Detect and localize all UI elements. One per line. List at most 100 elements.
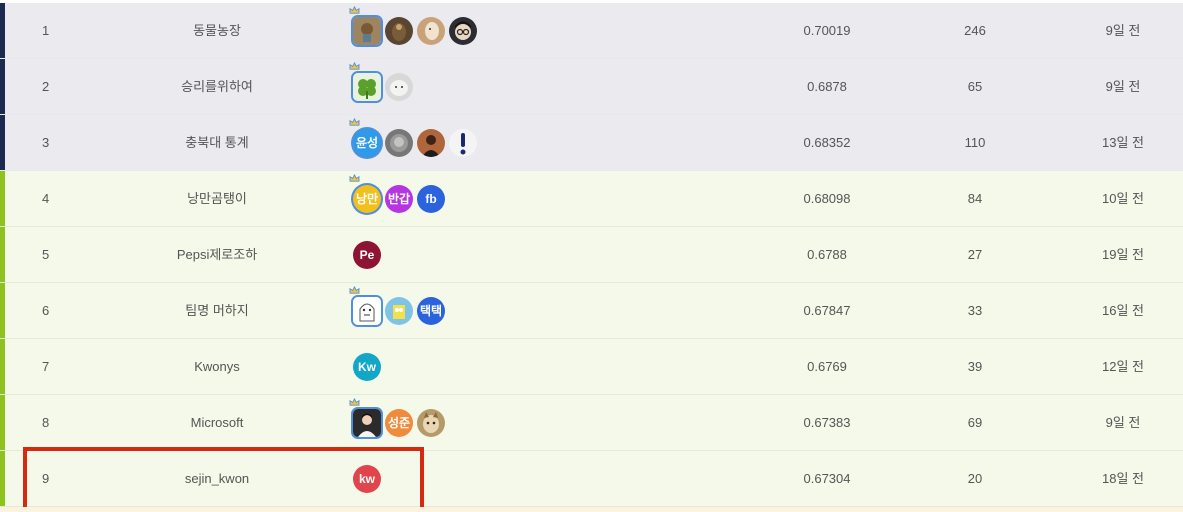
member-avatar[interactable] [417, 129, 445, 157]
table-row[interactable]: 2 승리를위하여 0.6878 65 9일 전 [0, 59, 1183, 115]
team-members: 성준 [349, 398, 449, 437]
member-avatar[interactable] [385, 129, 413, 157]
team-name[interactable]: Pepsi제로조하 [177, 227, 257, 283]
submission-count: 39 [967, 359, 983, 374]
team-members: 윤성 [349, 118, 481, 157]
avatar-initials: Pe [359, 248, 375, 262]
score-cell: 0.6878 [807, 79, 847, 94]
member-avatar[interactable]: 성준 [385, 409, 413, 437]
member-avatar[interactable]: 택택 [417, 297, 445, 325]
team-name[interactable]: 충북대 통계 [185, 115, 248, 171]
team-leader-avatar[interactable]: 낭만 [349, 174, 381, 213]
member-avatar[interactable] [417, 409, 445, 437]
member-avatar[interactable]: Kw [353, 353, 381, 381]
team-leader-avatar[interactable] [349, 398, 381, 437]
rank-cell: 3 [42, 135, 50, 150]
team-name[interactable]: 승리를위하여 [181, 59, 253, 115]
crown-icon [349, 398, 360, 406]
bird-photo-icon [385, 17, 413, 45]
avatar-initials: 반갑 [387, 192, 411, 206]
avatar-initials: fb [425, 192, 437, 206]
team-leader-avatar[interactable] [349, 62, 381, 101]
avatar-initials: Kw [358, 360, 376, 374]
cat-photo-icon [417, 409, 445, 437]
table-row[interactable]: 8 Microsoft 성준 0.67383 69 9일 전 [0, 395, 1183, 451]
rank-cell: 8 [42, 415, 50, 430]
crown-icon [349, 118, 360, 126]
member-avatar[interactable]: 반갑 [385, 185, 413, 213]
rank-cell: 4 [42, 191, 50, 206]
highlight-box [23, 447, 424, 512]
last-submission-date: 16일 전 [1102, 303, 1144, 318]
avatar-initials: 성준 [387, 416, 411, 430]
team-leader-avatar[interactable] [349, 286, 381, 325]
clover-icon [353, 73, 381, 101]
crown-icon [349, 286, 360, 294]
submission-count: 110 [964, 135, 986, 150]
rank-cell: 5 [42, 247, 50, 262]
team-name[interactable]: 낭만곰탱이 [187, 171, 247, 227]
last-submission-date: 9일 전 [1105, 79, 1141, 94]
team-name[interactable]: 팀명 머하지 [185, 283, 248, 339]
table-row[interactable]: 5 Pepsi제로조하 Pe 0.6788 27 19일 전 [0, 227, 1183, 283]
team-name[interactable]: Kwonys [194, 339, 240, 395]
person-portrait-icon [353, 409, 381, 437]
ghost-drawing-icon [353, 297, 381, 325]
team-leader-avatar[interactable]: 윤성 [349, 118, 381, 157]
rank-cell: 1 [42, 23, 50, 38]
member-avatar[interactable] [385, 73, 413, 101]
grey-photo-icon [385, 129, 413, 157]
score-cell: 0.68352 [803, 135, 851, 150]
table-row[interactable]: 7 Kwonys Kw 0.6769 39 12일 전 [0, 339, 1183, 395]
last-submission-date: 10일 전 [1102, 191, 1144, 206]
submission-count: 20 [967, 471, 983, 486]
exclamation-icon [449, 129, 477, 157]
submission-count: 246 [964, 23, 986, 38]
score-cell: 0.67847 [803, 303, 851, 318]
person-photo-icon [417, 129, 445, 157]
submission-count: 33 [967, 303, 983, 318]
next-row-edge [0, 507, 1183, 512]
member-avatar[interactable] [449, 17, 477, 45]
submission-count: 84 [967, 191, 983, 206]
bear-photo-icon [353, 17, 381, 45]
score-cell: 0.68098 [803, 191, 851, 206]
rank-cell: 2 [42, 79, 50, 94]
score-cell: 0.67304 [803, 471, 851, 486]
submission-count: 27 [967, 247, 983, 262]
team-members: Pe [353, 241, 385, 269]
rank-cell: 7 [42, 359, 50, 374]
member-avatar[interactable] [385, 297, 413, 325]
member-avatar[interactable] [417, 17, 445, 45]
score-cell: 0.67383 [803, 415, 851, 430]
member-avatar[interactable]: fb [417, 185, 445, 213]
team-name[interactable]: 동물농장 [193, 3, 241, 59]
score-cell: 0.6788 [807, 247, 847, 262]
score-cell: 0.70019 [803, 23, 851, 38]
table-row[interactable]: 6 팀명 머하지 택택 0.67847 33 16일 전 [0, 283, 1183, 339]
last-submission-date: 9일 전 [1105, 23, 1141, 38]
member-avatar[interactable] [449, 129, 477, 157]
table-row[interactable]: 4 낭만곰탱이 낭만 반갑 fb 0.68098 84 10일 전 [0, 171, 1183, 227]
team-members: 택택 [349, 286, 449, 325]
team-name[interactable]: Microsoft [191, 395, 244, 451]
last-submission-date: 12일 전 [1102, 359, 1144, 374]
member-avatar[interactable]: Pe [353, 241, 381, 269]
table-row[interactable]: 1 동물농장 0.70019 246 9일 전 [0, 3, 1183, 59]
table-row[interactable]: 3 충북대 통계 윤성 0.68352 110 13일 전 [0, 115, 1183, 171]
team-members [349, 62, 417, 101]
score-cell: 0.6769 [807, 359, 847, 374]
submission-count: 65 [967, 79, 983, 94]
sponge-character-icon [385, 297, 413, 325]
team-members [349, 6, 481, 45]
anime-face-icon [449, 17, 477, 45]
white-dog-photo-icon [385, 73, 413, 101]
member-avatar[interactable] [385, 17, 413, 45]
last-submission-date: 13일 전 [1102, 135, 1144, 150]
crown-icon [349, 6, 360, 14]
team-leader-avatar[interactable] [349, 6, 381, 45]
last-submission-date: 9일 전 [1105, 415, 1141, 430]
crown-icon [349, 174, 360, 182]
avatar-initials: 윤성 [355, 136, 379, 150]
avatar-initials: 택택 [419, 304, 443, 318]
